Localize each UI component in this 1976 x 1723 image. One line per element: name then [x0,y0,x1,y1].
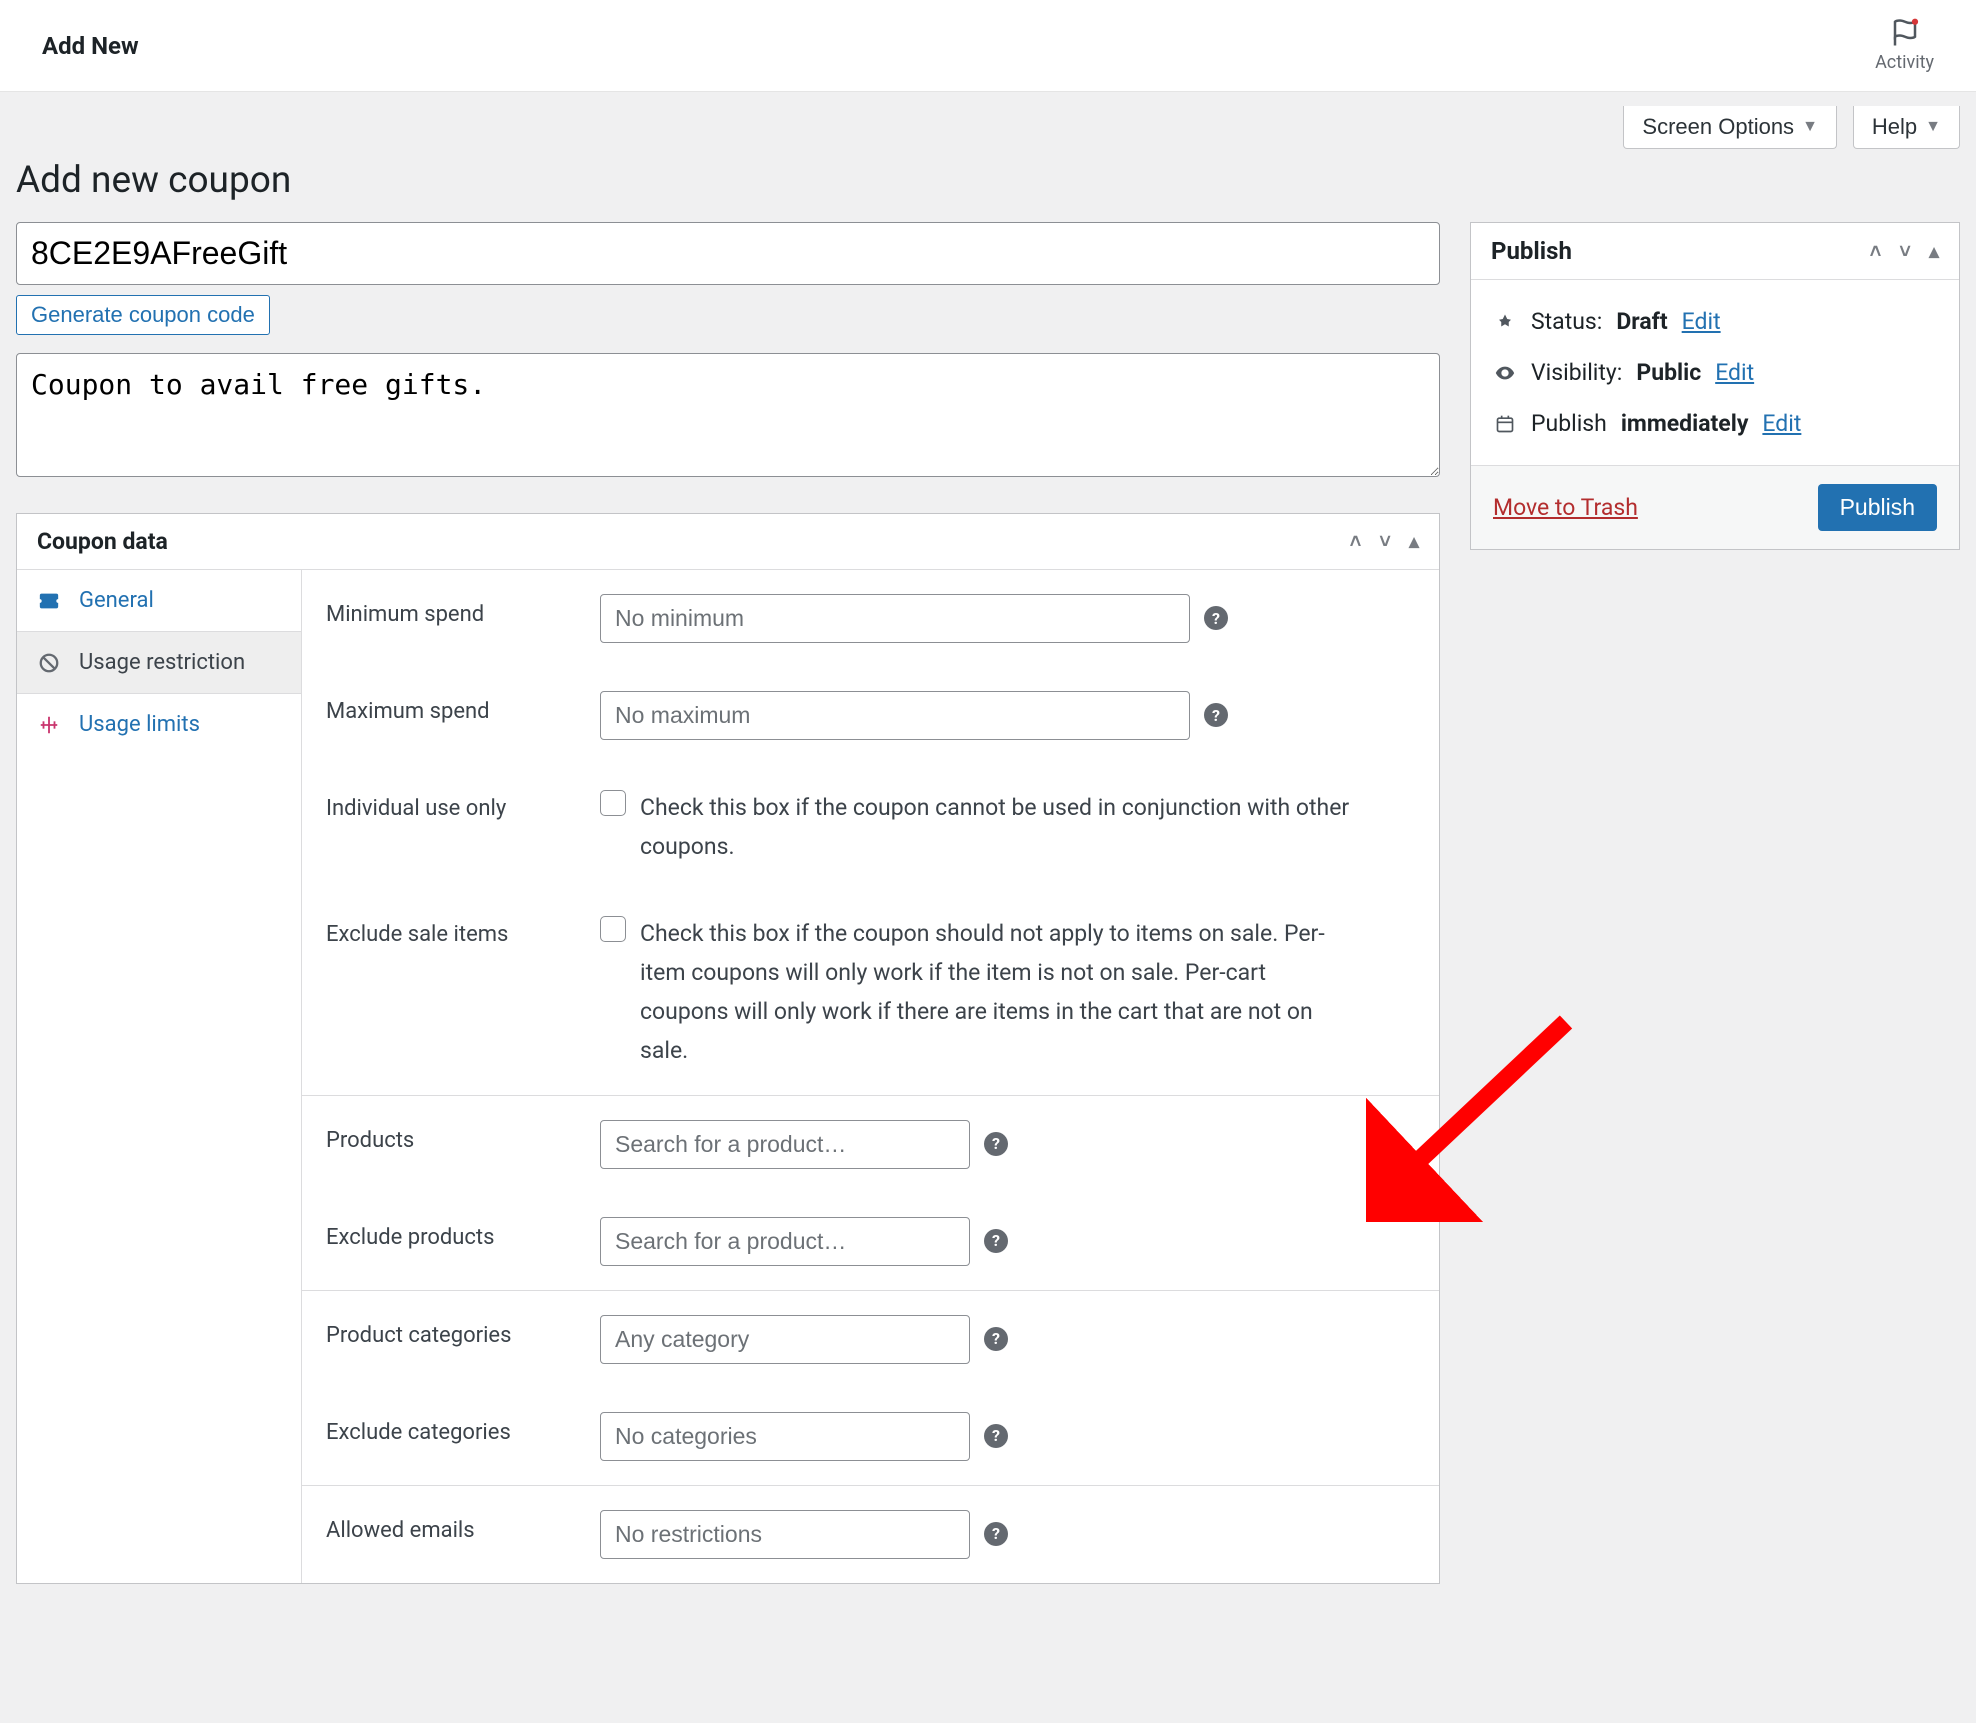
screen-options-button[interactable]: Screen Options▼ [1623,106,1836,149]
schedule-value: immediately [1621,410,1749,437]
exclude-categories-input[interactable] [600,1412,970,1461]
schedule-label: Publish [1531,410,1607,437]
pin-icon [1493,311,1517,333]
exclude-products-input[interactable] [600,1217,970,1266]
help-icon[interactable]: ? [1204,606,1228,630]
product-categories-label: Product categories [326,1315,576,1348]
products-input[interactable] [600,1120,970,1169]
individual-use-desc: Check this box if the coupon cannot be u… [640,788,1360,866]
exclude-categories-label: Exclude categories [326,1412,576,1445]
publish-panel: Publish ˄ ˅ ▴ Status: Draft Edit [1470,222,1960,550]
ticket-icon [37,590,61,612]
help-icon[interactable]: ? [984,1522,1008,1546]
help-button[interactable]: Help▼ [1853,106,1960,149]
help-icon[interactable]: ? [984,1327,1008,1351]
exclude-sale-checkbox[interactable] [600,916,626,942]
collapse-icon[interactable]: ▴ [1929,239,1939,264]
minimum-spend-label: Minimum spend [326,594,576,627]
coupon-code-input[interactable] [16,222,1440,285]
exclude-sale-label: Exclude sale items [326,914,576,947]
chevron-down-icon: ▼ [1925,118,1941,136]
individual-use-checkbox[interactable] [600,790,626,816]
visibility-value: Public [1636,359,1701,386]
help-icon[interactable]: ? [984,1229,1008,1253]
tab-usage-limits[interactable]: Usage limits [17,694,301,755]
exclude-sale-desc: Check this box if the coupon should not … [640,914,1360,1070]
allowed-emails-input[interactable] [600,1510,970,1559]
move-down-icon[interactable]: ˅ [1899,239,1911,264]
exclude-products-label: Exclude products [326,1217,576,1250]
calendar-icon [1493,413,1517,435]
help-icon[interactable]: ? [1204,703,1228,727]
individual-use-label: Individual use only [326,788,576,821]
move-to-trash-link[interactable]: Move to Trash [1493,494,1638,521]
maximum-spend-input[interactable] [600,691,1190,740]
minimum-spend-input[interactable] [600,594,1190,643]
status-value: Draft [1616,308,1667,335]
edit-status-link[interactable]: Edit [1682,308,1721,335]
ban-icon [37,652,61,674]
collapse-icon[interactable]: ▴ [1409,529,1419,554]
publish-button[interactable]: Publish [1818,484,1937,531]
allowed-emails-label: Allowed emails [326,1510,576,1543]
help-icon[interactable]: ? [984,1132,1008,1156]
breadcrumb: Add New [42,32,139,60]
coupon-data-title: Coupon data [37,528,168,555]
move-up-icon[interactable]: ˄ [1350,529,1362,554]
status-label: Status: [1531,308,1602,335]
activity-icon[interactable]: Activity [1875,18,1934,73]
move-down-icon[interactable]: ˅ [1379,529,1391,554]
chevron-down-icon: ▼ [1802,118,1818,136]
coupon-description-textarea[interactable]: Coupon to avail free gifts. [16,353,1440,477]
publish-title: Publish [1491,237,1572,265]
sliders-icon [37,714,61,736]
product-categories-input[interactable] [600,1315,970,1364]
visibility-label: Visibility: [1531,359,1622,386]
eye-icon [1493,362,1517,384]
maximum-spend-label: Maximum spend [326,691,576,724]
move-up-icon[interactable]: ˄ [1870,239,1882,264]
products-label: Products [326,1120,576,1153]
help-icon[interactable]: ? [984,1424,1008,1448]
edit-visibility-link[interactable]: Edit [1715,359,1754,386]
tab-usage-restriction[interactable]: Usage restriction [17,632,301,694]
page-title: Add new coupon [16,149,1960,222]
edit-schedule-link[interactable]: Edit [1762,410,1801,437]
tab-general[interactable]: General [17,570,301,632]
generate-coupon-code-button[interactable]: Generate coupon code [16,295,270,335]
coupon-data-panel: Coupon data ˄ ˅ ▴ General [16,513,1440,1584]
